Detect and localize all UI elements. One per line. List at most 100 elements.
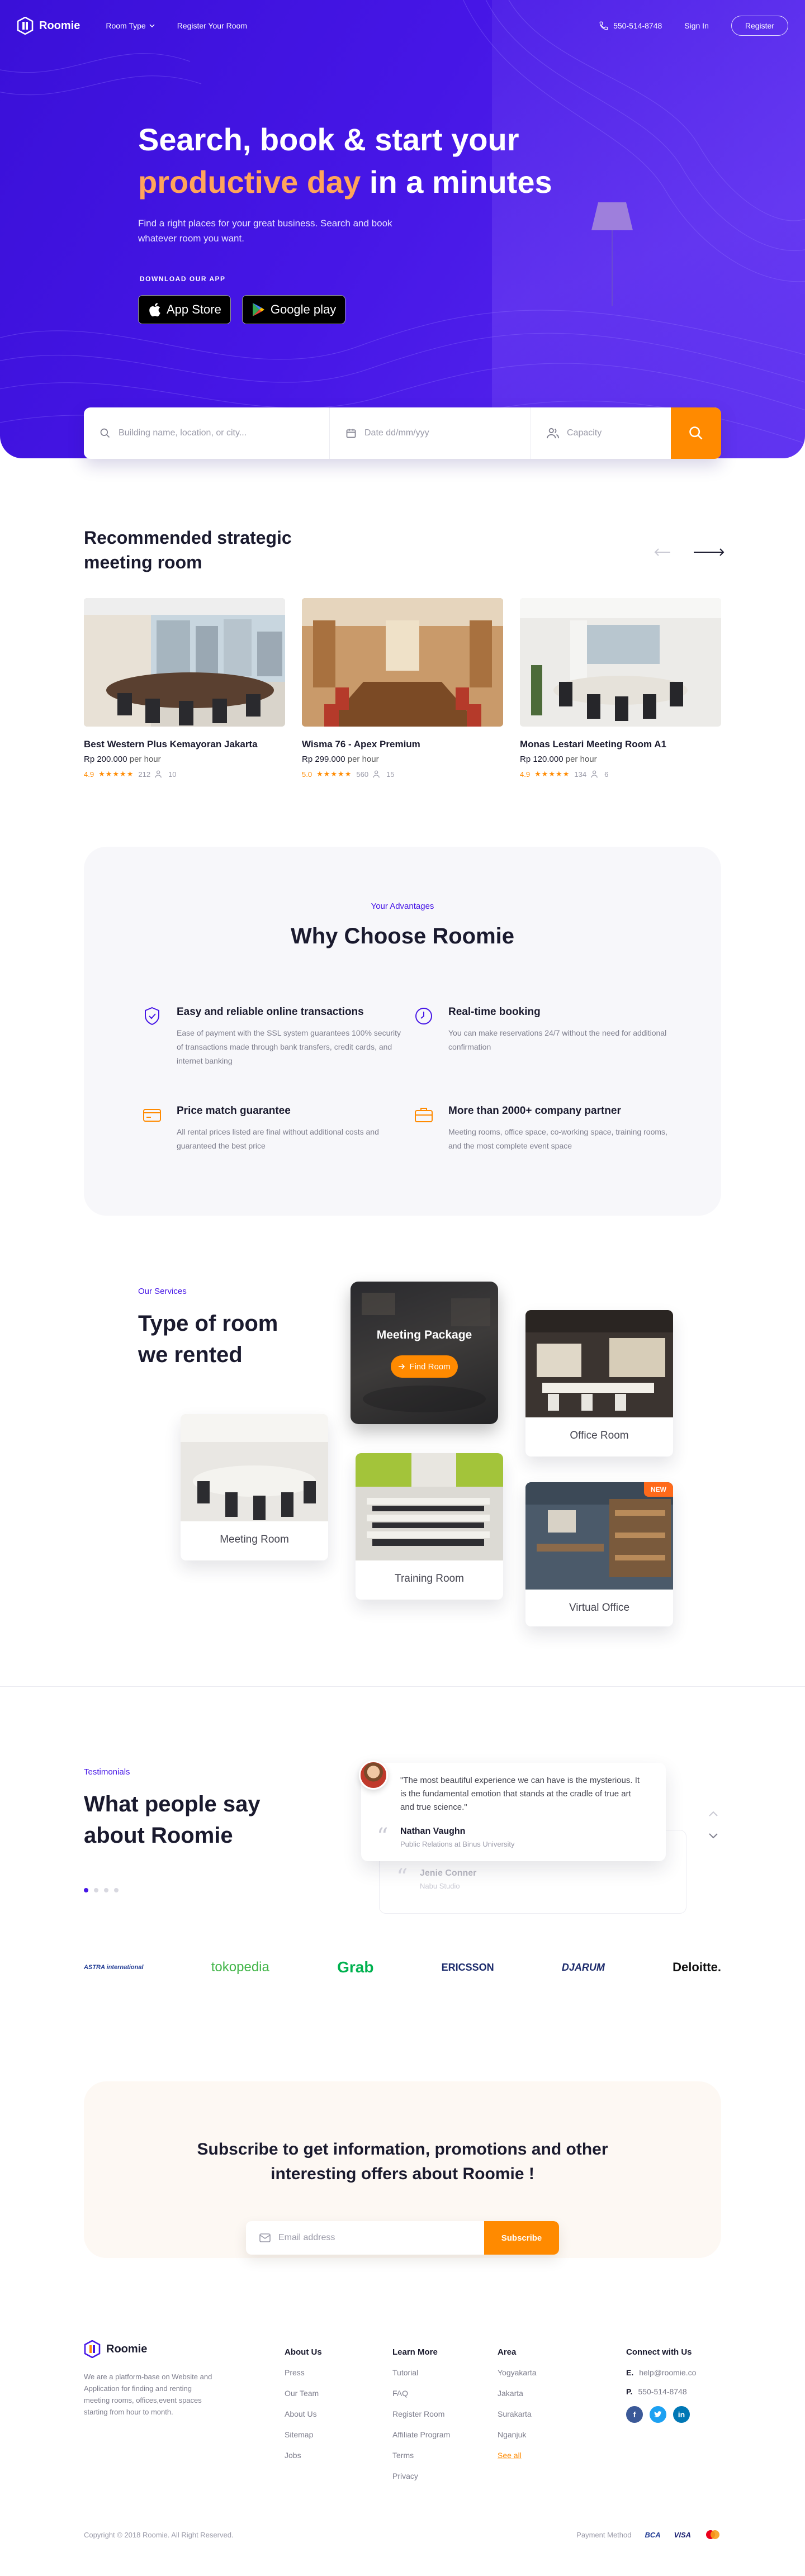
footer-link[interactable]: Privacy xyxy=(392,2471,450,2480)
room-card[interactable]: Best Western Plus Kemayoran Jakarta Rp 2… xyxy=(84,598,285,779)
hero-section: Roomie Room Type Register Your Room 550-… xyxy=(0,0,805,458)
footer-link[interactable]: Sitemap xyxy=(285,2430,322,2439)
carousel-dot[interactable] xyxy=(104,1888,108,1892)
advantage-title: Easy and reliable online transactions xyxy=(177,1006,364,1018)
footer-link[interactable]: Nganjuk xyxy=(498,2430,537,2439)
twitter-icon[interactable] xyxy=(650,2406,666,2423)
google-play-button[interactable]: Google play xyxy=(242,295,346,324)
testimonial-nav xyxy=(709,1811,718,1839)
advantage-title: More than 2000+ company partner xyxy=(448,1105,621,1117)
date-placeholder: Date dd/mm/yyy xyxy=(364,428,429,438)
people-icon xyxy=(155,770,162,778)
see-all-link[interactable]: See all xyxy=(498,2451,537,2460)
subscribe-title: Subscribe to get information, promotions… xyxy=(197,2140,608,2183)
brand-logo[interactable]: Roomie xyxy=(17,17,80,35)
room-capacity: 10 xyxy=(168,770,177,779)
google-play-icon xyxy=(252,303,264,316)
nav-phone-number: 550-514-8748 xyxy=(613,21,662,30)
testimonial-card[interactable]: "The most beautiful experience we can ha… xyxy=(359,1761,666,1861)
room-card[interactable]: Monas Lestari Meeting Room A1 Rp 120.000… xyxy=(520,598,721,779)
email-prefix: E. xyxy=(626,2368,634,2377)
app-store-button[interactable]: App Store xyxy=(138,295,231,324)
testimonials-title: What people say about Roomie xyxy=(84,1792,261,1848)
roomie-logo-icon xyxy=(84,2340,101,2358)
nav-room-type[interactable]: Room Type xyxy=(106,21,155,30)
footer-link[interactable]: Press xyxy=(285,2368,322,2377)
room-card[interactable]: Wisma 76 - Apex Premium Rp 299.000 per h… xyxy=(302,598,503,779)
testimonial-role: Nabu Studio xyxy=(420,1882,460,1890)
room-meta: 4.9 ★★★★★ 134 6 xyxy=(520,770,721,779)
payment-label: Payment Method xyxy=(576,2530,632,2539)
room-capacity: 6 xyxy=(604,770,609,779)
search-bar: Building name, location, or city... Date… xyxy=(84,407,721,459)
credit-card-icon xyxy=(143,1109,161,1122)
email-input[interactable]: Email address xyxy=(246,2221,484,2255)
chevron-up-icon[interactable] xyxy=(709,1811,718,1816)
meeting-package-card[interactable]: Meeting Package Find Room xyxy=(351,1282,498,1424)
footer-link[interactable]: Affiliate Program xyxy=(392,2430,450,2439)
package-title: Meeting Package xyxy=(376,1329,472,1341)
advantage-text: You can make reservations 24/7 without t… xyxy=(448,1028,667,1051)
footer-link[interactable]: About Us xyxy=(285,2409,322,2418)
footer-connect: Connect with Us E. help@roomie.co P. 550-5… xyxy=(626,2347,696,2423)
advantage-item: Real-time booking You can make reservatio… xyxy=(414,1006,676,1054)
review-count: 560 xyxy=(356,770,369,779)
advantage-text: Ease of payment with the SSL system guar… xyxy=(177,1028,401,1065)
date-input[interactable]: Date dd/mm/yyy xyxy=(330,407,531,459)
chevron-down-icon xyxy=(149,24,155,27)
footer-link[interactable]: Jobs xyxy=(285,2451,322,2460)
search-button[interactable] xyxy=(671,407,721,459)
nav-phone[interactable]: 550-514-8748 xyxy=(599,21,662,31)
people-icon xyxy=(591,770,598,778)
star-rating-icon: ★★★★★ xyxy=(534,770,570,778)
search-icon xyxy=(100,428,110,438)
room-type-card-virtual[interactable]: NEW Virtual Office xyxy=(525,1482,673,1626)
footer-link[interactable]: Our Team xyxy=(285,2389,322,2398)
register-button[interactable]: Register xyxy=(731,16,788,36)
email-placeholder: Email address xyxy=(278,2233,335,2242)
find-room-label: Find Room xyxy=(409,1361,451,1372)
nav-register-room[interactable]: Register Your Room xyxy=(177,21,247,30)
visa-logo: VISA xyxy=(674,2530,691,2539)
room-price: Rp 299.000 per hour xyxy=(302,755,503,764)
calendar-icon xyxy=(346,429,356,438)
testimonial-name: Nathan Vaughn xyxy=(400,1827,466,1836)
location-search-input[interactable]: Building name, location, or city... xyxy=(84,407,330,459)
carousel-dot[interactable] xyxy=(94,1888,98,1892)
footer-link[interactable]: Tutorial xyxy=(392,2368,450,2377)
signin-link[interactable]: Sign In xyxy=(684,21,709,30)
footer-link[interactable]: Surakarta xyxy=(498,2409,537,2418)
carousel-dots xyxy=(84,1888,119,1892)
facebook-icon[interactable]: f xyxy=(626,2406,643,2423)
footer-link[interactable]: Yogyakarta xyxy=(498,2368,537,2377)
footer-link[interactable]: Jakarta xyxy=(498,2389,537,2398)
room-type-card-meeting[interactable]: Meeting Room xyxy=(181,1414,328,1560)
arrow-right-icon[interactable] xyxy=(693,548,724,557)
footer-link[interactable]: FAQ xyxy=(392,2389,450,2398)
footer-learn: Learn More Tutorial FAQ Register Room Af… xyxy=(392,2347,450,2492)
chevron-down-icon[interactable] xyxy=(709,1833,718,1839)
room-type-photo xyxy=(356,1453,503,1560)
footer-phone[interactable]: P. 550-514-8748 xyxy=(626,2387,696,2396)
room-meta: 4.9 ★★★★★ 212 10 xyxy=(84,770,285,779)
linkedin-icon[interactable]: in xyxy=(673,2406,690,2423)
find-room-button[interactable]: Find Room xyxy=(391,1355,458,1378)
room-type-label: Virtual Office xyxy=(569,1602,630,1614)
google-play-label: Google play xyxy=(270,302,337,316)
footer-link[interactable]: Register Room xyxy=(392,2409,450,2418)
carousel-dot[interactable] xyxy=(114,1888,119,1892)
people-icon xyxy=(547,428,559,439)
subscribe-button[interactable]: Subscribe xyxy=(484,2221,559,2255)
capacity-input[interactable]: Capacity xyxy=(531,407,671,459)
location-placeholder: Building name, location, or city... xyxy=(119,428,247,438)
arrow-left-icon[interactable] xyxy=(654,548,671,557)
room-type-card-office[interactable]: Office Room xyxy=(525,1310,673,1457)
room-type-card-training[interactable]: Training Room xyxy=(356,1453,503,1600)
footer-about: About Us Press Our Team About Us Sitemap… xyxy=(285,2347,322,2471)
price-unit: per hour xyxy=(127,755,161,764)
room-price: Rp 120.000 per hour xyxy=(520,755,721,764)
footer-brand[interactable]: Roomie xyxy=(84,2340,147,2358)
footer-link[interactable]: Terms xyxy=(392,2451,450,2460)
carousel-dot[interactable] xyxy=(84,1888,88,1892)
footer-email[interactable]: E. help@roomie.co xyxy=(626,2368,696,2377)
